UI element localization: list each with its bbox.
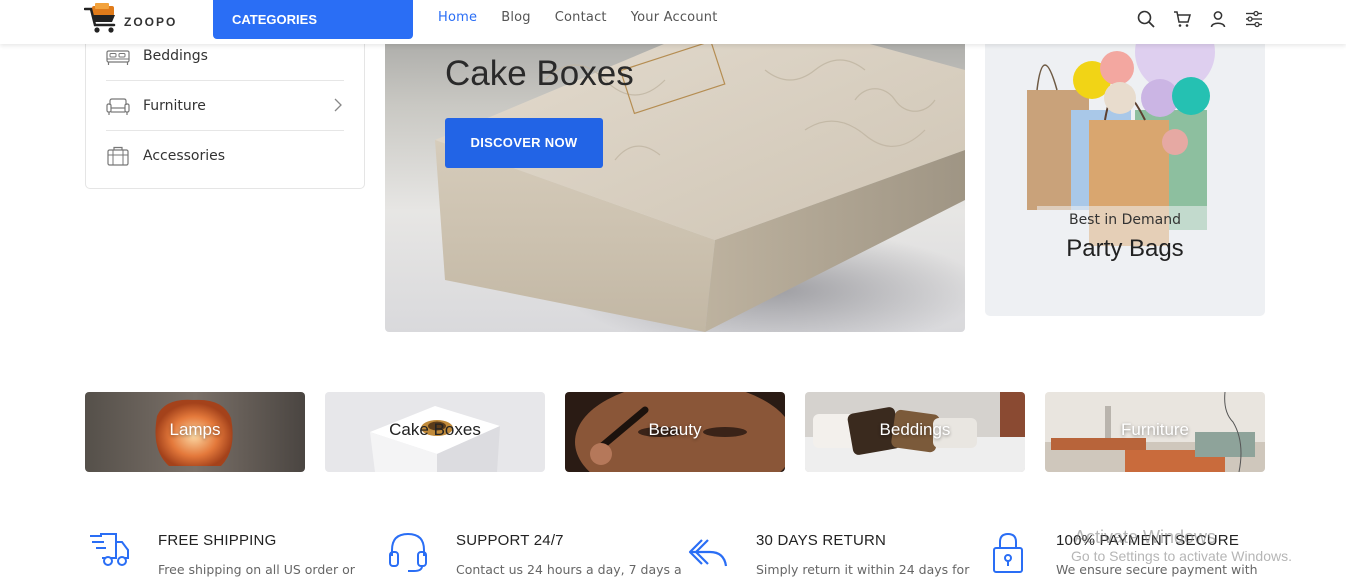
promo-eyebrow: Best in Demand: [1068, 212, 1182, 228]
cart-icon[interactable]: [1173, 10, 1191, 28]
truck-icon: [90, 533, 129, 566]
feature-desc: Simply return it within 24 days for: [756, 562, 970, 577]
feature-payment-secure: 100% PAYMENT SECURE We ensure secure pay…: [986, 530, 1286, 582]
category-sidebar: Beddings Furniture Accessories: [85, 30, 365, 189]
categories-button[interactable]: CATEGORIES: [213, 0, 413, 39]
party-bags-image: [1027, 30, 1215, 296]
sidebar-item-label: Furniture: [143, 97, 206, 114]
feature-title: 30 DAYS RETURN: [756, 532, 887, 549]
sofa-icon: [106, 97, 130, 115]
party-bags-promo[interactable]: Best in Demand Party Bags: [985, 30, 1265, 316]
main-nav: Home Blog Contact Your Account: [438, 10, 742, 25]
category-tiles: Lamps Cake Boxes Beauty Beddings Furnitu…: [85, 392, 1265, 472]
lock-icon: [993, 532, 1023, 573]
sidebar-item-label: Beddings: [143, 47, 208, 64]
hero-title: Cake Boxes: [445, 54, 634, 93]
feature-30-days-return: 30 DAYS RETURN Simply return it within 2…: [686, 530, 986, 582]
feature-support: SUPPORT 24/7 Contact us 24 hours a day, …: [386, 530, 686, 582]
tile-label: Cake Boxes: [389, 420, 481, 439]
headphones-icon: [389, 532, 427, 572]
sidebar-item-accessories[interactable]: Accessories: [106, 131, 344, 181]
discover-now-button[interactable]: DISCOVER NOW: [445, 118, 603, 168]
tile-lamps[interactable]: Lamps: [85, 392, 305, 472]
feature-desc: Free shipping on all US order or: [158, 562, 355, 577]
tile-beauty[interactable]: Beauty: [565, 392, 785, 472]
nav-home[interactable]: Home: [438, 10, 477, 25]
tile-label: Beauty: [648, 420, 702, 439]
tile-label: Lamps: [169, 420, 221, 439]
logo[interactable]: ZOOPO: [84, 2, 177, 36]
search-icon[interactable]: [1137, 10, 1155, 28]
nav-contact[interactable]: Contact: [555, 10, 607, 25]
sidebar-item-label: Accessories: [143, 148, 226, 164]
tile-label: Furniture: [1120, 420, 1190, 439]
cart-logo-icon: [84, 3, 116, 33]
bed-icon: [106, 49, 130, 65]
sidebar-item-furniture[interactable]: Furniture: [106, 81, 344, 131]
logo-text: ZOOPO: [124, 15, 178, 29]
tile-label: Beddings: [879, 420, 951, 439]
bag-icon: [107, 146, 129, 166]
nav-blog[interactable]: Blog: [501, 10, 531, 25]
promo-title: Party Bags: [1066, 235, 1184, 262]
feature-desc: Contact us 24 hours a day, 7 days a: [456, 562, 682, 577]
nav-your-account[interactable]: Your Account: [631, 10, 718, 25]
user-icon[interactable]: [1209, 10, 1227, 28]
chevron-right-icon[interactable]: [332, 98, 344, 112]
feature-title: FREE SHIPPING: [158, 532, 277, 549]
site-header: ZOOPO CATEGORIES Home Blog Contact Your …: [0, 0, 1346, 44]
return-arrow-icon: [688, 539, 728, 567]
settings-sliders-icon[interactable]: [1245, 10, 1263, 28]
feature-desc: We ensure secure payment with: [1056, 562, 1258, 577]
header-icons: [1137, 10, 1263, 28]
hero-banner: Cake Boxes DISCOVER NOW: [385, 30, 965, 332]
tile-cake-boxes[interactable]: Cake Boxes: [325, 392, 545, 472]
feature-title: 100% PAYMENT SECURE: [1056, 532, 1240, 549]
tile-furniture[interactable]: Furniture: [1045, 392, 1265, 472]
feature-title: SUPPORT 24/7: [456, 532, 564, 549]
tile-beddings[interactable]: Beddings: [805, 392, 1025, 472]
feature-free-shipping: FREE SHIPPING Free shipping on all US or…: [88, 530, 388, 582]
